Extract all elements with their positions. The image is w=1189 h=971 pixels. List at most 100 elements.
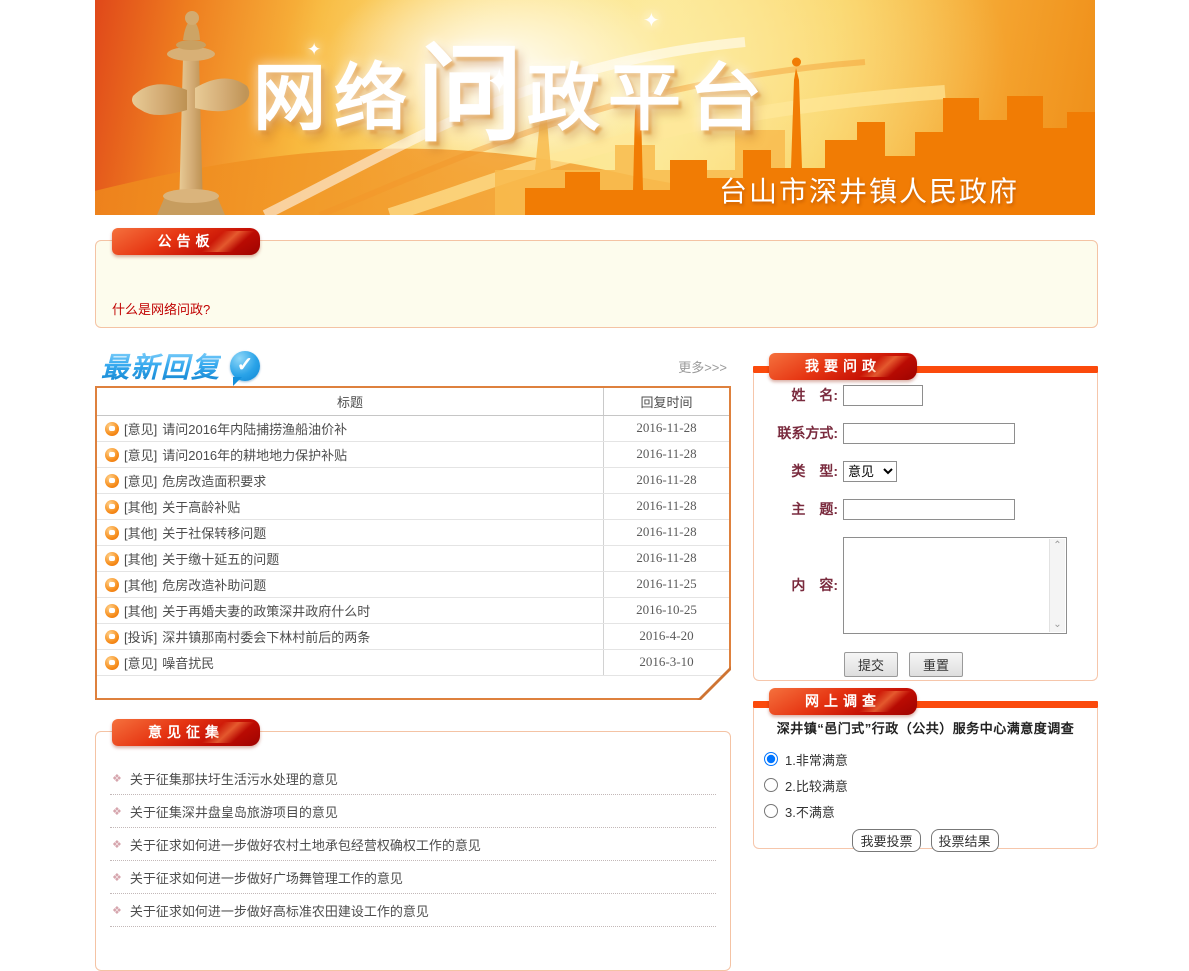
row-category: [意见]: [124, 445, 157, 464]
row-category: [其他]: [124, 601, 157, 620]
row-title[interactable]: 关于再婚夫妻的政策深井政府什么时: [162, 601, 370, 620]
table-row[interactable]: [其他] 关于高龄补贴 2016-11-28: [97, 494, 729, 520]
table-row[interactable]: [意见]危房改造面积要求 2016-11-28: [97, 468, 729, 494]
row-title[interactable]: 请问2016年的耕地地力保护补贴: [162, 445, 347, 464]
bulletin-header-ribbon: 公告板: [112, 228, 260, 255]
survey-option-label: 2.比较满意: [785, 776, 848, 795]
diamond-bullet-icon: ❖: [112, 838, 122, 851]
replies-table: 标题 回复时间 [意见]请问2016年内陆捕捞渔船油价补 2016-11-28 …: [95, 386, 731, 700]
survey-radio[interactable]: [764, 804, 778, 818]
comment-icon: [105, 448, 119, 462]
row-date: 2016-11-28: [603, 546, 729, 571]
opinion-link[interactable]: 关于征求如何进一步做好高标准农田建设工作的意见: [130, 901, 429, 920]
survey-options: 1.非常满意 2.比较满意 3.不满意: [764, 746, 1097, 824]
survey-unit: 网上调查 深井镇“邑门式”行政（公共）服务中心满意度调查 1.非常满意 2.比较…: [753, 701, 1098, 849]
row-category: [其他]: [124, 549, 157, 568]
list-item[interactable]: ❖ 关于征集那扶圩生活污水处理的意见: [110, 762, 716, 795]
survey-option[interactable]: 3.不满意: [764, 798, 1097, 824]
row-date: 2016-10-25: [603, 598, 729, 623]
latest-replies-header: 最新回复 更多>>>: [95, 346, 731, 386]
survey-radio[interactable]: [764, 752, 778, 766]
page-fold-decoration: [697, 666, 731, 700]
opinions-header-ribbon: 意见征集: [112, 719, 260, 746]
comment-icon: [105, 422, 119, 436]
comment-icon: [105, 604, 119, 618]
ask-header-ribbon: 我要问政: [769, 353, 917, 380]
content-field[interactable]: [843, 537, 1067, 634]
row-title[interactable]: 关于缴十延五的问题: [162, 549, 279, 568]
diamond-bullet-icon: ❖: [112, 772, 122, 785]
vote-results-button[interactable]: 投票结果: [931, 829, 999, 852]
right-column: 我要问政 姓 名: 联系方式: 类 型: 意见: [753, 346, 1098, 971]
opinion-link[interactable]: 关于征集深井盘皇岛旅游项目的意见: [130, 802, 338, 821]
survey-option-label: 3.不满意: [785, 802, 835, 821]
org-name: 台山市深井镇人民政府: [719, 170, 1019, 210]
subject-label: 主 题:: [754, 499, 838, 520]
survey-option[interactable]: 1.非常满意: [764, 746, 1097, 772]
list-item[interactable]: ❖ 关于征集深井盘皇岛旅游项目的意见: [110, 795, 716, 828]
row-title[interactable]: 关于社保转移问题: [162, 523, 266, 542]
table-row[interactable]: [其他] 关于缴十延五的问题 2016-11-28: [97, 546, 729, 572]
row-title[interactable]: 危房改造面积要求: [162, 471, 266, 490]
row-date: 2016-11-25: [603, 572, 729, 597]
sparkle-icon: ✦: [643, 8, 660, 33]
left-column: 最新回复 更多>>> 标题 回复时间 [意见]请问2016年内陆捕捞渔船油价补 …: [95, 346, 731, 971]
diamond-bullet-icon: ❖: [112, 871, 122, 884]
table-row[interactable]: [其他]危房改造补助问题 2016-11-25: [97, 572, 729, 598]
site-banner: 网络 问 政平台 ✦ ✦ ✦ 台山市深井镇人民政府: [95, 0, 1095, 215]
name-label: 姓 名:: [754, 385, 838, 406]
content-label: 内 容:: [754, 537, 838, 634]
opinion-link[interactable]: 关于征集那扶圩生活污水处理的意见: [130, 769, 338, 788]
table-row[interactable]: [意见] 请问2016年的耕地地力保护补贴 2016-11-28: [97, 442, 729, 468]
table-row[interactable]: [投诉]深井镇那南村委会下林村前后的两条 2016-4-20: [97, 624, 729, 650]
type-select[interactable]: 意见: [843, 461, 897, 482]
submit-button[interactable]: 提交: [844, 652, 898, 677]
opinion-link[interactable]: 关于征求如何进一步做好广场舞管理工作的意见: [130, 868, 403, 887]
row-title[interactable]: 请问2016年内陆捕捞渔船油价补: [162, 419, 347, 438]
what-is-link[interactable]: 什么是网络问政?: [96, 299, 226, 327]
row-title[interactable]: 噪音扰民: [162, 653, 214, 672]
comment-icon: [105, 630, 119, 644]
site-title-part3: 政平台: [527, 39, 770, 145]
row-title[interactable]: 危房改造补助问题: [162, 575, 266, 594]
table-row[interactable]: [意见]请问2016年内陆捕捞渔船油价补 2016-11-28: [97, 416, 729, 442]
list-item[interactable]: ❖ 关于征求如何进一步做好广场舞管理工作的意见: [110, 861, 716, 894]
row-category: [其他]: [124, 497, 157, 516]
contact-field[interactable]: [843, 423, 1015, 444]
comment-icon: [105, 526, 119, 540]
scrollbar[interactable]: ⌃ ⌄: [1049, 539, 1065, 632]
table-row[interactable]: [意见]噪音扰民 2016-3-10: [97, 650, 729, 676]
scroll-up-icon[interactable]: ⌃: [1053, 539, 1061, 553]
row-category: [意见]: [124, 419, 157, 438]
list-item[interactable]: ❖ 关于征求如何进一步做好农村土地承包经营权确权工作的意见: [110, 828, 716, 861]
sparkle-icon: ✦: [307, 40, 321, 60]
column-header-title: 标题: [97, 388, 603, 415]
type-label: 类 型:: [754, 461, 838, 482]
diamond-bullet-icon: ❖: [112, 904, 122, 917]
table-row[interactable]: [其他] 关于再婚夫妻的政策深井政府什么时 2016-10-25: [97, 598, 729, 624]
list-item[interactable]: ❖ 关于征求如何进一步做好高标准农田建设工作的意见: [110, 894, 716, 927]
row-date: 2016-11-28: [603, 520, 729, 545]
subject-field[interactable]: [843, 499, 1015, 520]
name-field[interactable]: [843, 385, 923, 406]
scroll-down-icon[interactable]: ⌄: [1053, 618, 1061, 632]
latest-replies-title: 最新回复: [101, 346, 221, 386]
comment-icon: [105, 656, 119, 670]
table-row[interactable]: [其他]关于社保转移问题 2016-11-28: [97, 520, 729, 546]
contact-label: 联系方式:: [754, 423, 838, 444]
comment-icon: [105, 500, 119, 514]
row-title[interactable]: 深井镇那南村委会下林村前后的两条: [162, 627, 370, 646]
more-link[interactable]: 更多>>>: [678, 357, 731, 376]
table-header-row: 标题 回复时间: [97, 388, 729, 416]
row-date: 2016-11-28: [603, 494, 729, 519]
row-date: 2016-11-28: [603, 442, 729, 467]
latest-replies-logo: 最新回复: [95, 346, 260, 386]
survey-option[interactable]: 2.比较满意: [764, 772, 1097, 798]
opinion-link[interactable]: 关于征求如何进一步做好农村土地承包经营权确权工作的意见: [130, 835, 481, 854]
comment-icon: [105, 552, 119, 566]
survey-radio[interactable]: [764, 778, 778, 792]
ask-unit: 我要问政 姓 名: 联系方式: 类 型: 意见: [753, 366, 1098, 681]
row-title[interactable]: 关于高龄补贴: [162, 497, 240, 516]
vote-button[interactable]: 我要投票: [852, 829, 920, 852]
reset-button[interactable]: 重置: [909, 652, 963, 677]
